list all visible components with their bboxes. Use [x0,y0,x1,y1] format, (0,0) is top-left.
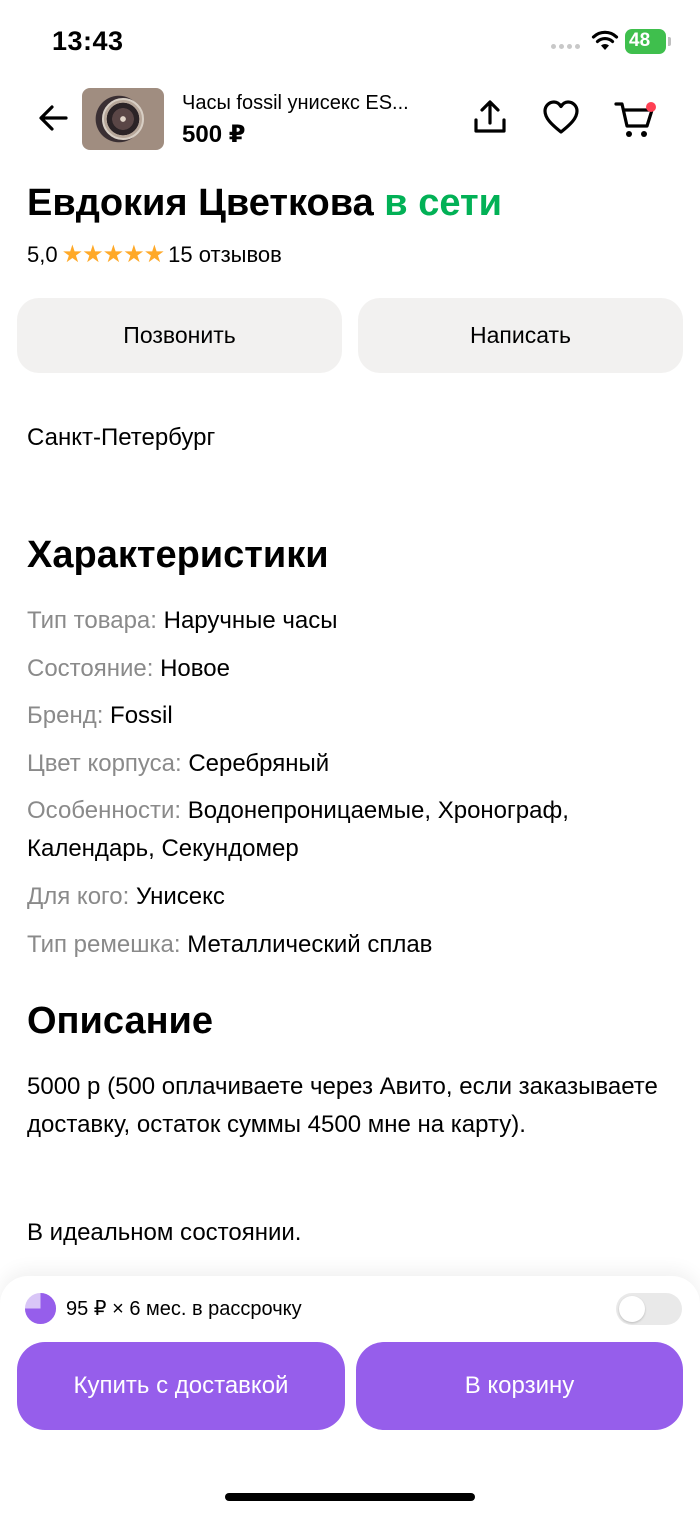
description-text-2: В идеальном состоянии. [27,1219,302,1246]
char-row: Для кого: Унисекс [27,878,677,916]
status-time: 13:43 [52,26,124,56]
characteristics-list: Тип товара: Наручные часы Состояние: Нов… [27,602,677,973]
add-to-cart-button[interactable]: В корзину [356,1342,683,1430]
cart-badge [646,102,656,112]
char-row: Тип ремешка: Металлический сплав [27,926,677,964]
online-status: в сети [384,182,502,224]
description-text: 5000 р (500 оплачиваете через Авито, есл… [27,1073,658,1138]
char-key: Особенности: [27,797,182,825]
description-title: Описание [27,1000,214,1042]
product-thumbnail[interactable] [82,88,164,150]
battery-icon: 48 [625,29,671,54]
char-value: Серебряный [188,749,330,777]
char-value: Унисекс [135,882,225,910]
back-arrow-icon[interactable] [36,100,72,136]
seller-name-text: Евдокия Цветкова [27,182,374,224]
char-value: Новое [160,654,230,682]
char-row: Особенности: Водонепроницаемые, Хроногра… [27,792,677,868]
char-key: Тип товара: [27,607,157,634]
rating-value: 5,0 [27,241,58,267]
char-value: Fossil [110,702,173,730]
product-price: 500 ₽ [182,121,246,148]
heart-icon[interactable] [541,98,581,138]
share-icon[interactable] [470,98,510,138]
write-button[interactable]: Написать [358,298,683,373]
purchase-panel: 95 ₽ × 6 мес. в рассрочку Купить с доста… [0,1276,700,1515]
signal-icon [551,44,580,49]
status-bar: 13:43 48 [0,0,700,80]
characteristics-title: Характеристики [27,534,329,576]
char-value: Наручные часы [163,607,338,634]
char-row: Бренд: Fossil [27,697,677,735]
char-key: Для кого: [27,882,130,910]
installment-info[interactable]: 95 ₽ × 6 мес. в рассрочку [24,1292,302,1325]
char-row: Цвет корпуса: Серебряный [27,745,677,783]
char-row: Тип товара: Наручные часы [27,602,677,640]
char-row: Состояние: Новое [27,650,677,688]
char-key: Тип ремешка: [27,930,181,958]
installment-toggle[interactable] [616,1293,682,1325]
installment-pie-icon [24,1292,57,1325]
installment-text: 95 ₽ × 6 мес. в рассрочку [66,1298,302,1320]
star-icon: ★★★★★ [61,241,166,268]
buy-with-delivery-button[interactable]: Купить с доставкой [17,1342,345,1430]
home-indicator [225,1493,475,1501]
product-title: Часы fossil унисекс ES... [182,92,409,114]
city-label: Санкт-Петербург [27,424,216,451]
battery-level: 48 [629,30,651,51]
char-value: Металлический сплав [187,930,433,958]
product-header: Часы fossil унисекс ES... 500 ₽ [0,80,700,160]
reviews-count: 15 отзывов [168,241,282,267]
wifi-icon [591,30,619,50]
char-key: Бренд: [27,702,104,730]
call-button[interactable]: Позвонить [17,298,342,373]
seller-name[interactable]: Евдокия Цветкова в сети [27,182,502,225]
char-key: Цвет корпуса: [27,749,182,777]
seller-rating[interactable]: 5,0 ★★★★★ 15 отзывов [27,240,282,269]
char-key: Состояние: [27,654,154,682]
